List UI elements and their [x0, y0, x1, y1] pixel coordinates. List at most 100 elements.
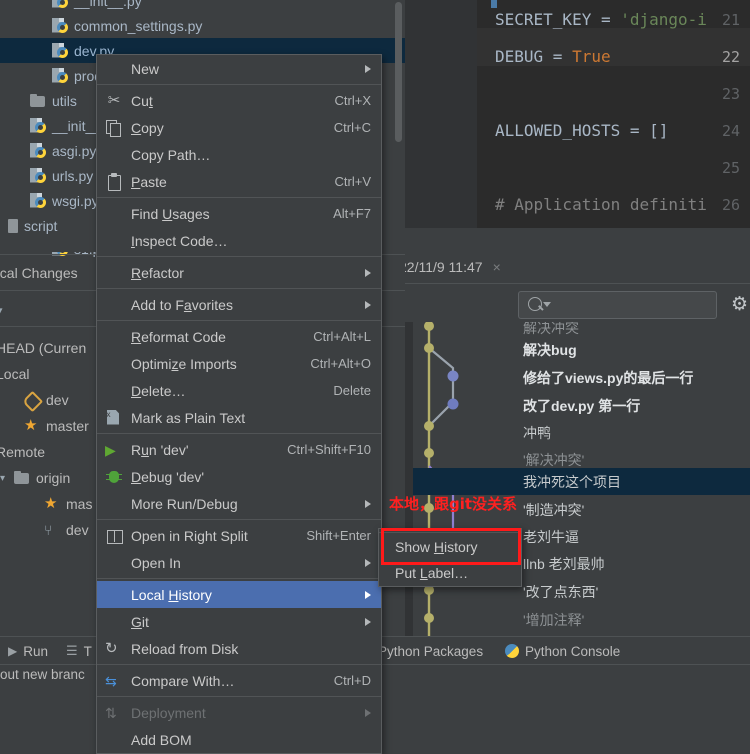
- tree-item-label: __init__.py: [74, 0, 142, 9]
- menu-item-open-in[interactable]: Open In: [97, 549, 381, 576]
- status-item-label: Python Console: [525, 643, 621, 659]
- menu-item-mark-as-plain-text[interactable]: x Mark as Plain Text: [97, 404, 381, 431]
- vcs-remote-group[interactable]: Remote: [0, 440, 45, 464]
- status-item-todo[interactable]: ☰ T: [66, 637, 92, 665]
- status-item-python-packages[interactable]: Python Packages: [378, 637, 483, 665]
- tree-item[interactable]: __init__.py: [0, 0, 405, 13]
- table-row[interactable]: 修给了views.py的最后一行: [413, 364, 750, 392]
- menu-item-git[interactable]: Git: [97, 608, 381, 635]
- menu-item-label: Copy: [131, 119, 164, 136]
- tree-item-label: script: [24, 217, 58, 234]
- menu-item-compare-with[interactable]: ⇆ Compare With… Ctrl+D: [97, 667, 381, 694]
- vcs-remote-branch-dev[interactable]: ⑂ dev: [44, 518, 89, 542]
- code-token-keyword: True: [572, 47, 611, 66]
- menu-item-shortcut: Delete: [333, 383, 371, 398]
- star-icon: ★: [24, 417, 38, 434]
- vcs-branch-master[interactable]: ★ master: [24, 414, 89, 438]
- code-line-debug: DEBUG = True: [495, 47, 611, 66]
- vcs-head-label: HEAD (Curren: [0, 340, 87, 356]
- menu-item-label: More Run/Debug: [131, 495, 238, 512]
- tree-item[interactable]: common_settings.py: [0, 13, 405, 38]
- editor-bottom-strip: [405, 228, 750, 252]
- menu-item-inspect-code[interactable]: Inspect Code…: [97, 227, 381, 254]
- vcs-head-row[interactable]: HEAD (Curren: [0, 336, 86, 360]
- code-editor[interactable]: 21 22 23 24 25 26 SECRET_KEY = 'django-i…: [405, 0, 750, 252]
- menu-item-add-bom[interactable]: Add BOM: [97, 726, 381, 753]
- menu-item-refactor[interactable]: Refactor: [97, 259, 381, 286]
- vcs-local-label: Local: [0, 366, 30, 382]
- plain-text-icon: x: [105, 409, 123, 427]
- gear-icon[interactable]: ⚙: [731, 295, 750, 314]
- code-line-secret-key: SECRET_KEY = 'django-i: [495, 10, 707, 29]
- tree-item-label: asgi.py: [52, 142, 97, 159]
- log-left-gutter: [405, 322, 413, 636]
- menu-item-reformat-code[interactable]: Reformat Code Ctrl+Alt+L: [97, 323, 381, 350]
- status-item-python-console[interactable]: Python Console: [505, 637, 620, 665]
- menu-item-label: Put Label…: [395, 565, 469, 581]
- tree-item-label: urls.py: [52, 167, 94, 184]
- python-file-icon: [30, 192, 46, 209]
- close-icon[interactable]: ×: [493, 259, 501, 275]
- menu-item-copy[interactable]: Copy Ctrl+C: [97, 114, 381, 141]
- local-history-submenu[interactable]: Show History Put Label…: [378, 528, 522, 587]
- chevron-down-icon[interactable]: ▾: [0, 304, 9, 317]
- menu-item-add-to-favorites[interactable]: Add to Favorites: [97, 291, 381, 318]
- divider: [97, 320, 381, 321]
- table-row[interactable]: 冲鸭: [413, 419, 750, 447]
- commit-message: '增加注释': [523, 612, 585, 628]
- editor-gutter[interactable]: [405, 0, 477, 252]
- menu-item-label: Reload from Disk: [131, 640, 239, 657]
- python-icon: [505, 644, 519, 658]
- menu-item-delete[interactable]: Delete… Delete: [97, 377, 381, 404]
- status-item-run[interactable]: ▶ Run: [8, 637, 48, 665]
- bottom-info-text: out new branc: [0, 667, 85, 682]
- menu-item-label: Debug 'dev': [131, 468, 205, 485]
- table-row[interactable]: '增加注释': [413, 606, 750, 634]
- tree-scrollbar[interactable]: [395, 2, 402, 142]
- tag-icon: [24, 392, 40, 408]
- git-commit-list[interactable]: 解决冲突 解决bug 修给了views.py的最后一行 改了dev.py 第一行…: [405, 322, 750, 636]
- vcs-branch-dev[interactable]: dev: [24, 388, 69, 412]
- local-changes-header[interactable]: ocal Changes: [0, 262, 78, 284]
- menu-item-paste[interactable]: Paste Ctrl+V: [97, 168, 381, 195]
- menu-item-label: Open in Right Split: [131, 527, 248, 544]
- vcs-local-group[interactable]: Local: [0, 362, 29, 386]
- tree-item-label: utils: [52, 92, 77, 109]
- table-row[interactable]: 改了dev.py 第一行: [413, 392, 750, 420]
- search-input[interactable]: [518, 291, 717, 319]
- menu-item-optimize-imports[interactable]: Optimize Imports Ctrl+Alt+O: [97, 350, 381, 377]
- context-menu[interactable]: New ✂ Cut Ctrl+X Copy Ctrl+C Copy Path… Pas…: [96, 54, 382, 754]
- chevron-down-icon[interactable]: [543, 302, 551, 307]
- vcs-remote-branch-master[interactable]: ★ mas: [44, 492, 92, 516]
- menu-item-label: Cut: [131, 92, 153, 109]
- menu-item-shortcut: Ctrl+X: [334, 93, 371, 108]
- run-icon: ▶: [105, 441, 116, 458]
- menu-item-local-history[interactable]: Local History: [97, 581, 381, 608]
- vcs-remote-origin[interactable]: ▾ origin: [0, 466, 70, 490]
- menu-item-label: Copy Path…: [131, 146, 211, 163]
- vcs-branch-label: dev: [46, 392, 69, 408]
- folder-icon: [30, 93, 46, 108]
- menu-item-shortcut: Ctrl+C: [333, 120, 371, 135]
- menu-item-open-in-right-split[interactable]: Open in Right Split Shift+Enter: [97, 522, 381, 549]
- menu-item-find-usages[interactable]: Find Usages Alt+F7: [97, 200, 381, 227]
- code-token-name: SECRET_KEY =: [495, 10, 621, 29]
- menu-item-copy-path[interactable]: Copy Path…: [97, 141, 381, 168]
- table-row[interactable]: 我冲死这个项目: [413, 468, 750, 495]
- menu-item-show-history[interactable]: Show History: [379, 534, 521, 560]
- commit-message: 冲鸭: [523, 425, 551, 441]
- table-row[interactable]: 解决bug: [413, 336, 750, 364]
- menu-item-label: Inspect Code…: [131, 232, 228, 249]
- git-log-tab[interactable]: 22/11/9 11:47 ×: [405, 255, 501, 279]
- todo-icon: ☰: [66, 643, 78, 658]
- menu-item-cut[interactable]: ✂ Cut Ctrl+X: [97, 87, 381, 114]
- menu-item-more-run-debug[interactable]: More Run/Debug: [97, 490, 381, 517]
- menu-item-reload-from-disk[interactable]: ↻ Reload from Disk: [97, 635, 381, 662]
- menu-item-put-label[interactable]: Put Label…: [379, 560, 521, 586]
- menu-item-debug-dev[interactable]: Debug 'dev': [97, 463, 381, 490]
- menu-item-new[interactable]: New: [97, 55, 381, 82]
- menu-item-run-dev[interactable]: ▶ Run 'dev' Ctrl+Shift+F10: [97, 436, 381, 463]
- python-file-icon: [52, 67, 68, 84]
- chevron-down-icon[interactable]: ▾: [0, 473, 12, 484]
- menu-item-deployment[interactable]: ⇅ Deployment: [97, 699, 381, 726]
